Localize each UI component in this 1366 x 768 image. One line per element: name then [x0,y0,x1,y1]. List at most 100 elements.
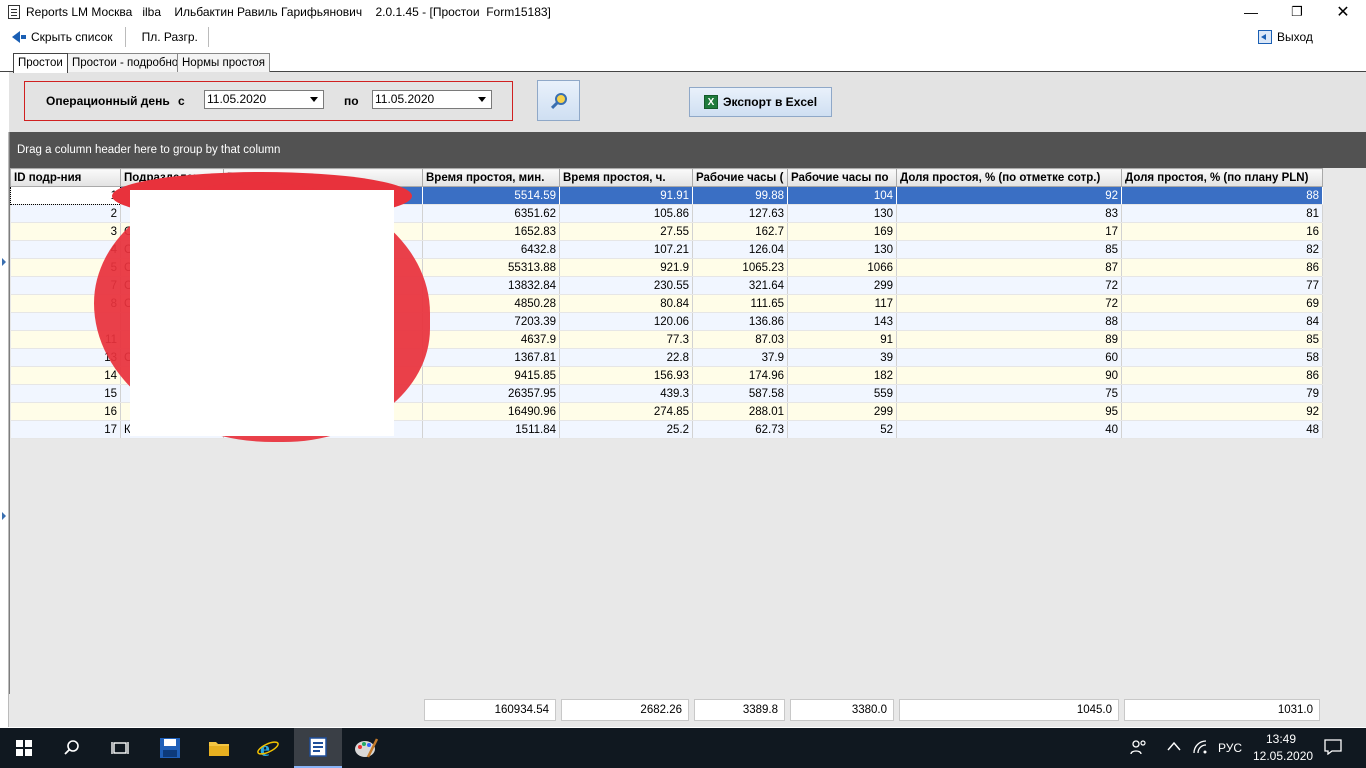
cell-share-plan[interactable]: 86 [1121,258,1323,277]
cell-work-hours-plan[interactable]: 299 [787,402,897,421]
cell-share-employee[interactable]: 72 [896,294,1122,313]
date-from-combo[interactable]: 11.05.2020 [204,90,324,109]
cell-share-plan[interactable]: 85 [1121,330,1323,349]
restore-button[interactable]: ❐ [1274,0,1320,24]
cell-work-hours-fact[interactable]: 587.58 [692,384,788,403]
cell-downtime-min[interactable]: 5514.59 [422,186,560,205]
group-by-panel[interactable]: Drag a column header here to group by th… [10,132,1366,168]
cell-work-hours-plan[interactable]: 299 [787,276,897,295]
cell-downtime-hours[interactable]: 25.2 [559,420,693,439]
network-icon[interactable] [1192,739,1208,758]
tab-downtime-detailed[interactable]: Простои - подробно [67,53,184,72]
cell-share-employee[interactable]: 40 [896,420,1122,439]
plan-unload-button[interactable]: Пл. Разгр. [136,26,204,48]
col-header-id[interactable]: ID подр-ния [10,168,121,187]
start-button[interactable] [0,728,48,768]
task-view-button[interactable] [96,728,144,768]
cell-downtime-min[interactable]: 13832.84 [422,276,560,295]
cell-share-employee[interactable]: 89 [896,330,1122,349]
cell-id[interactable]: 14 [10,366,121,385]
cell-id[interactable]: 3 [10,222,121,241]
cell-downtime-min[interactable]: 1652.83 [422,222,560,241]
hide-list-button[interactable]: Скрыть список [6,26,119,48]
cell-id[interactable]: 13 [10,348,121,367]
expand-arrow-icon[interactable] [2,512,6,520]
cell-share-employee[interactable]: 17 [896,222,1122,241]
col-header-downtime-hours[interactable]: Время простоя, ч. [559,168,693,187]
cell-share-employee[interactable]: 75 [896,384,1122,403]
cell-share-plan[interactable]: 88 [1121,186,1323,205]
cell-work-hours-fact[interactable]: 162.7 [692,222,788,241]
cell-work-hours-fact[interactable]: 111.65 [692,294,788,313]
cell-downtime-hours[interactable]: 27.55 [559,222,693,241]
expand-arrow-icon[interactable] [2,258,6,266]
taskbar-app-ie[interactable]: e [244,728,292,768]
cell-share-plan[interactable]: 69 [1121,294,1323,313]
cell-downtime-min[interactable]: 55313.88 [422,258,560,277]
clock-time[interactable]: 13:49 [1266,732,1296,746]
cell-downtime-hours[interactable]: 274.85 [559,402,693,421]
cell-work-hours-plan[interactable]: 117 [787,294,897,313]
cell-downtime-hours[interactable]: 22.8 [559,348,693,367]
cell-downtime-hours[interactable]: 91.91 [559,186,693,205]
search-taskbar-button[interactable] [48,728,96,768]
cell-work-hours-plan[interactable]: 39 [787,348,897,367]
cell-work-hours-fact[interactable]: 126.04 [692,240,788,259]
minimize-button[interactable]: — [1228,0,1274,24]
cell-share-plan[interactable]: 48 [1121,420,1323,439]
cell-work-hours-fact[interactable]: 321.64 [692,276,788,295]
taskbar-app-explorer[interactable] [195,728,243,768]
cell-work-hours-plan[interactable]: 143 [787,312,897,331]
cell-downtime-min[interactable]: 26357.95 [422,384,560,403]
cell-work-hours-fact[interactable]: 288.01 [692,402,788,421]
cell-id[interactable]: 1 [10,186,121,205]
col-header-downtime-min[interactable]: Время простоя, мин. [422,168,560,187]
cell-work-hours-fact[interactable]: 174.96 [692,366,788,385]
cell-share-employee[interactable]: 72 [896,276,1122,295]
tab-downtime-norms[interactable]: Нормы простоя [177,53,270,72]
input-language[interactable]: РУС [1218,741,1242,755]
cell-share-employee[interactable]: 88 [896,312,1122,331]
cell-share-employee[interactable]: 90 [896,366,1122,385]
col-header-share-plan[interactable]: Доля простоя, % (по плану PLN) [1121,168,1323,187]
cell-share-plan[interactable]: 58 [1121,348,1323,367]
cell-work-hours-plan[interactable]: 182 [787,366,897,385]
cell-share-plan[interactable]: 92 [1121,402,1323,421]
taskbar-app-reports[interactable] [294,728,342,768]
cell-share-employee[interactable]: 83 [896,204,1122,223]
cell-share-employee[interactable]: 87 [896,258,1122,277]
cell-work-hours-plan[interactable]: 559 [787,384,897,403]
cell-work-hours-fact[interactable]: 37.9 [692,348,788,367]
side-splitter[interactable] [0,132,9,727]
cell-share-plan[interactable]: 79 [1121,384,1323,403]
cell-work-hours-plan[interactable]: 52 [787,420,897,439]
cell-downtime-hours[interactable]: 120.06 [559,312,693,331]
cell-id[interactable]: 15 [10,384,121,403]
cell-share-employee[interactable]: 92 [896,186,1122,205]
cell-share-plan[interactable]: 86 [1121,366,1323,385]
cell-downtime-min[interactable]: 4637.9 [422,330,560,349]
cell-downtime-hours[interactable]: 107.21 [559,240,693,259]
cell-downtime-hours[interactable]: 230.55 [559,276,693,295]
cell-id[interactable]: 16 [10,402,121,421]
tab-downtime[interactable]: Простои [13,53,68,73]
cell-downtime-min[interactable]: 4850.28 [422,294,560,313]
cell-share-plan[interactable]: 77 [1121,276,1323,295]
cell-work-hours-fact[interactable]: 87.03 [692,330,788,349]
export-excel-button[interactable]: X Экспорт в Excel [689,87,832,117]
taskbar-app-floppy[interactable] [146,728,194,768]
cell-work-hours-fact[interactable]: 62.73 [692,420,788,439]
cell-share-employee[interactable]: 60 [896,348,1122,367]
cell-share-plan[interactable]: 16 [1121,222,1323,241]
cell-work-hours-fact[interactable]: 99.88 [692,186,788,205]
cell-downtime-min[interactable]: 6432.8 [422,240,560,259]
cell-share-employee[interactable]: 95 [896,402,1122,421]
cell-downtime-min[interactable]: 1511.84 [422,420,560,439]
cell-share-plan[interactable]: 82 [1121,240,1323,259]
chevron-down-icon[interactable] [307,92,321,107]
taskbar-app-paint[interactable] [342,728,390,768]
cell-work-hours-plan[interactable]: 91 [787,330,897,349]
cell-id[interactable]: 4 [10,240,121,259]
date-to-combo[interactable]: 11.05.2020 [372,90,492,109]
cell-share-plan[interactable]: 84 [1121,312,1323,331]
